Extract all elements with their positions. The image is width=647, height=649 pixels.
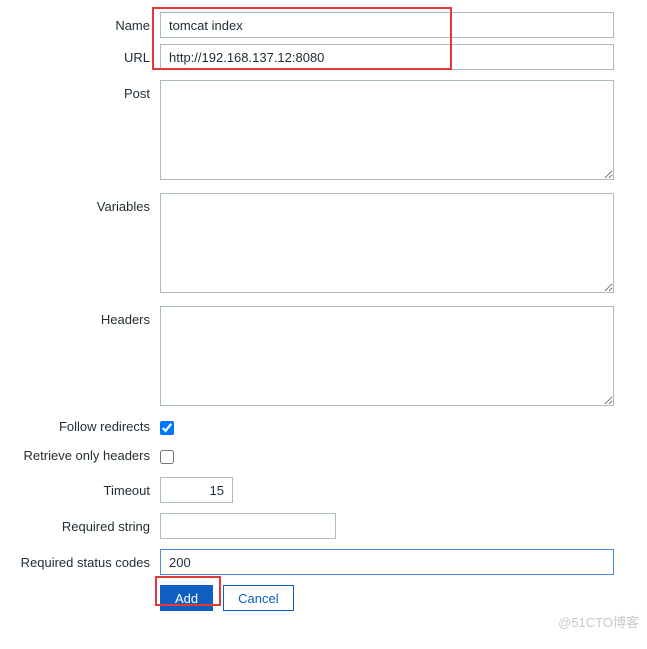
required-status-codes-label: Required status codes — [0, 549, 160, 570]
post-textarea[interactable] — [160, 80, 614, 180]
name-input[interactable] — [160, 12, 614, 38]
retrieve-only-headers-label: Retrieve only headers — [0, 448, 160, 463]
url-label: URL — [0, 44, 160, 65]
follow-redirects-checkbox[interactable] — [160, 421, 174, 435]
headers-label: Headers — [0, 306, 160, 327]
post-label: Post — [0, 80, 160, 101]
follow-redirects-label: Follow redirects — [0, 419, 160, 434]
required-string-input[interactable] — [160, 513, 336, 539]
headers-textarea[interactable] — [160, 306, 614, 406]
variables-textarea[interactable] — [160, 193, 614, 293]
url-input[interactable] — [160, 44, 614, 70]
add-button[interactable]: Add — [160, 585, 213, 611]
timeout-input[interactable] — [160, 477, 233, 503]
watermark-text: @51CTO博客 — [558, 612, 639, 631]
cancel-button[interactable]: Cancel — [223, 585, 293, 611]
retrieve-only-headers-checkbox[interactable] — [160, 450, 174, 464]
timeout-label: Timeout — [0, 477, 160, 498]
variables-label: Variables — [0, 193, 160, 214]
name-label: Name — [0, 12, 160, 33]
required-string-label: Required string — [0, 513, 160, 534]
required-status-codes-input[interactable] — [160, 549, 614, 575]
